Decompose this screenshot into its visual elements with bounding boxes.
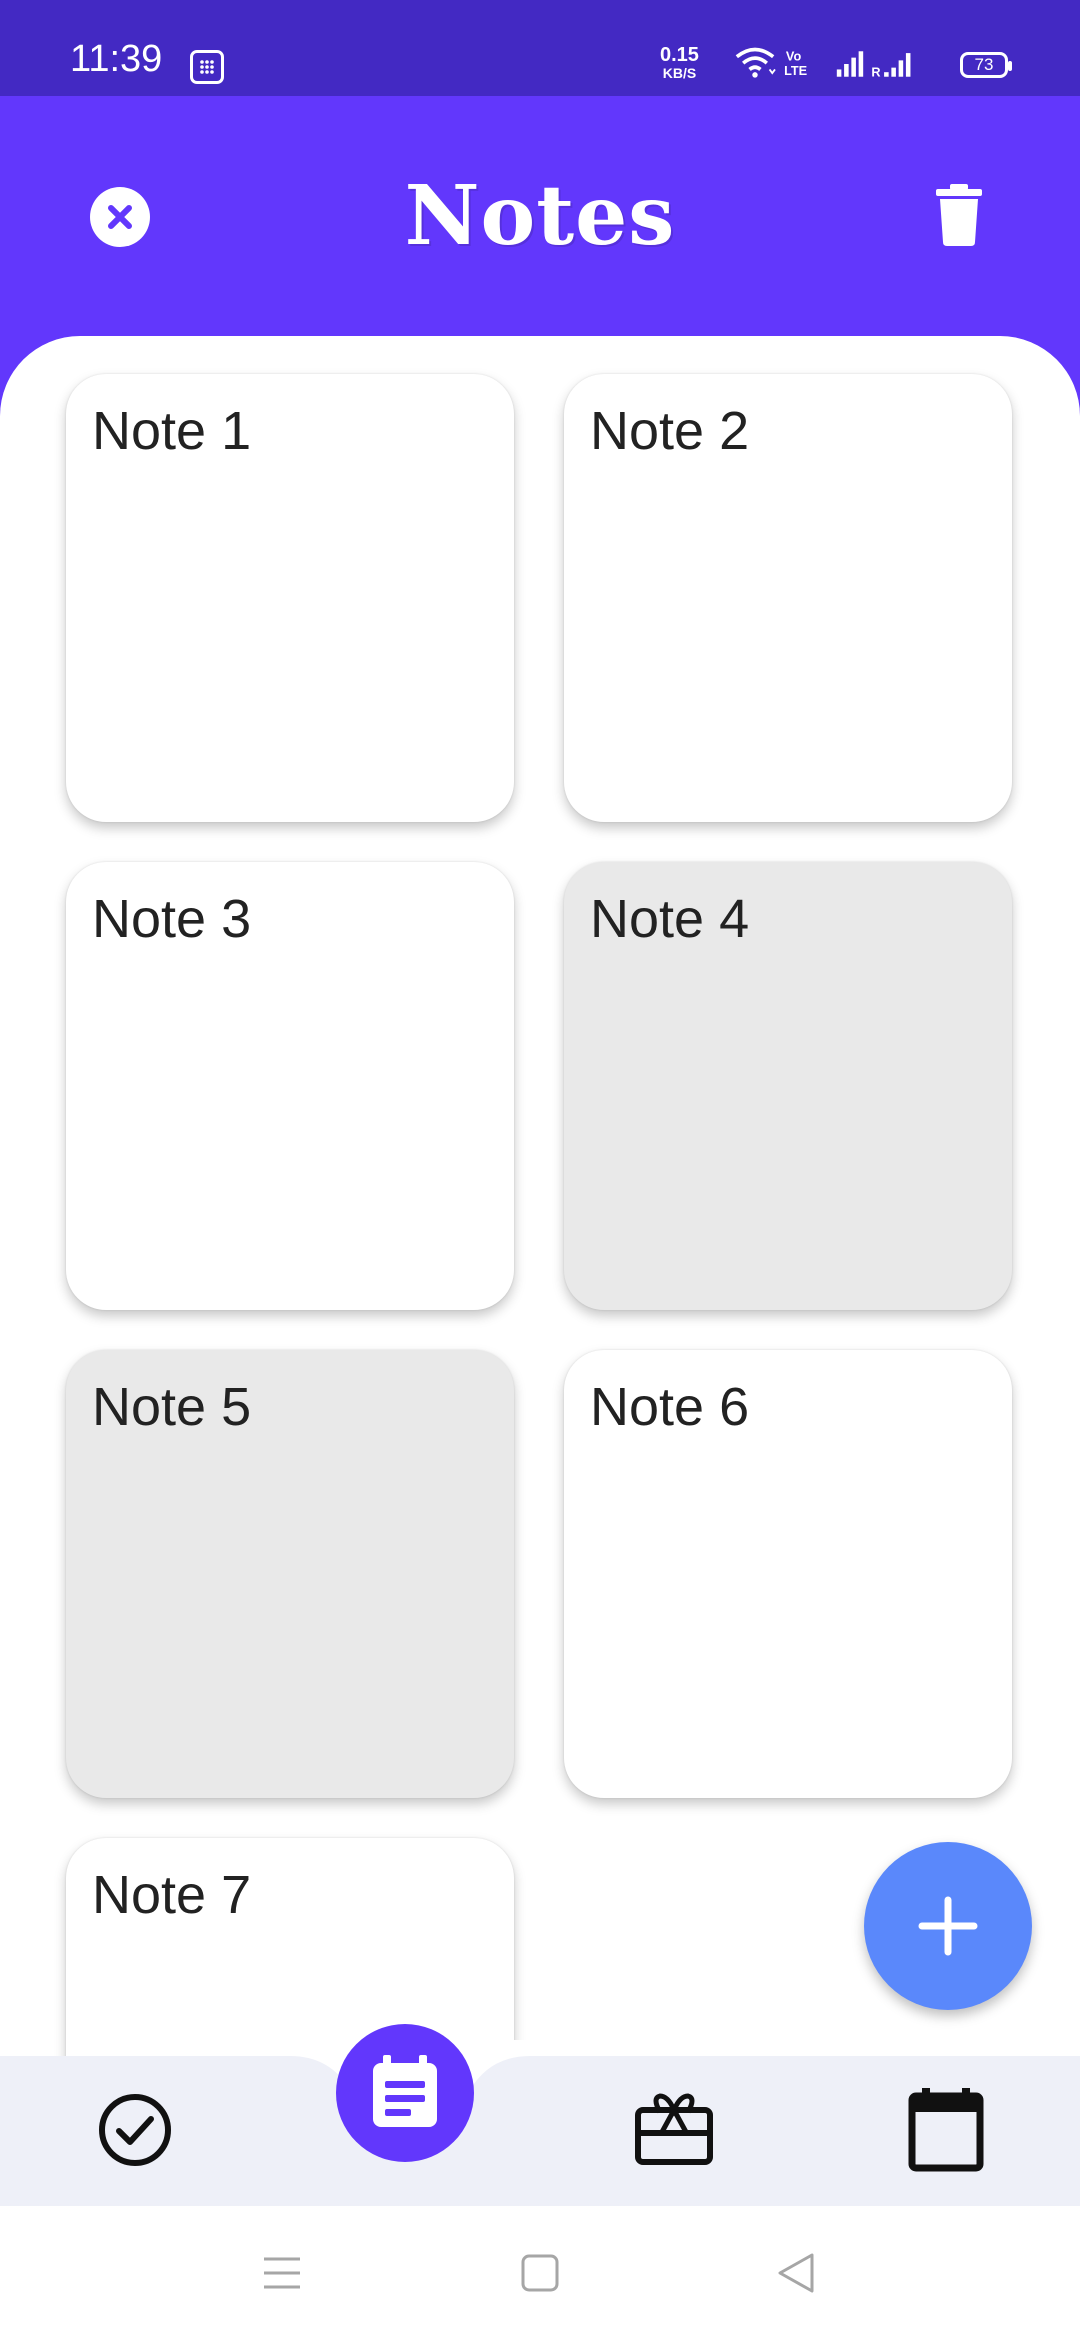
gift-card-icon: [635, 2093, 713, 2165]
notes-tab[interactable]: [336, 2024, 474, 2162]
svg-text:Vo: Vo: [786, 48, 802, 63]
calculator-icon: [190, 50, 224, 84]
add-note-button[interactable]: [864, 1842, 1032, 2010]
battery-icon: 73: [960, 52, 1012, 78]
svg-text:R: R: [871, 65, 880, 80]
calendar-icon: [908, 2088, 984, 2172]
recents-button[interactable]: [260, 2251, 304, 2295]
plus-icon: [918, 1896, 978, 1956]
gift-card-tab[interactable]: [634, 2090, 714, 2170]
delete-button[interactable]: [936, 184, 982, 246]
trash-icon: [936, 184, 982, 246]
wifi-icon: [735, 47, 776, 78]
app-bar: Notes: [0, 96, 1080, 346]
volte-icon: Vo LTE: [784, 48, 807, 78]
back-button[interactable]: [774, 2251, 818, 2295]
check-circle-icon: [99, 2094, 171, 2166]
note-title: Note 6: [590, 1377, 750, 1437]
notes-screen: 11:39 0.15 KB/S Vo LTE R 73 Notes Note 1…: [0, 0, 1080, 2340]
note-card-1[interactable]: Note 1: [66, 374, 514, 822]
network-speed-value: 0.15: [660, 44, 699, 66]
svg-text:LTE: LTE: [784, 63, 807, 78]
notes-grid: Note 1 Note 2 Note 3 Note 4 Note 5 Note …: [0, 336, 1080, 2056]
status-time: 11:39: [70, 38, 163, 80]
home-button[interactable]: [518, 2251, 562, 2295]
system-nav-bar: [0, 2206, 1080, 2340]
calendar-tab[interactable]: [906, 2088, 986, 2172]
note-title: Note 4: [590, 889, 750, 949]
note-card-6[interactable]: Note 6: [564, 1350, 1012, 1798]
note-card-2[interactable]: Note 2: [564, 374, 1012, 822]
status-bar: 11:39 0.15 KB/S Vo LTE R 73: [0, 0, 1080, 96]
note-title: Note 5: [92, 1377, 252, 1437]
notes-icon: [373, 2055, 437, 2127]
note-title: Note 3: [92, 889, 252, 949]
network-speed-unit: KB/S: [662, 65, 697, 81]
signal-roaming-icon: R: [871, 53, 911, 80]
network-speed: 0.15 KB/S: [660, 44, 699, 82]
back-triangle-icon: [778, 2253, 814, 2293]
note-card-7[interactable]: Note 7: [66, 1838, 514, 2056]
home-square-icon: [521, 2254, 559, 2292]
page-title: Notes: [404, 168, 676, 264]
signal-icons: Vo LTE R: [735, 47, 911, 80]
note-title: Note 7: [92, 1865, 252, 1925]
note-title: Note 1: [92, 401, 252, 461]
note-card-5[interactable]: Note 5: [66, 1350, 514, 1798]
note-title: Note 2: [590, 401, 750, 461]
note-card-4[interactable]: Note 4: [564, 862, 1012, 1310]
note-card-3[interactable]: Note 3: [66, 862, 514, 1310]
tasks-tab[interactable]: [95, 2090, 175, 2170]
signal-icon: [836, 51, 864, 77]
menu-icon: [264, 2257, 300, 2289]
